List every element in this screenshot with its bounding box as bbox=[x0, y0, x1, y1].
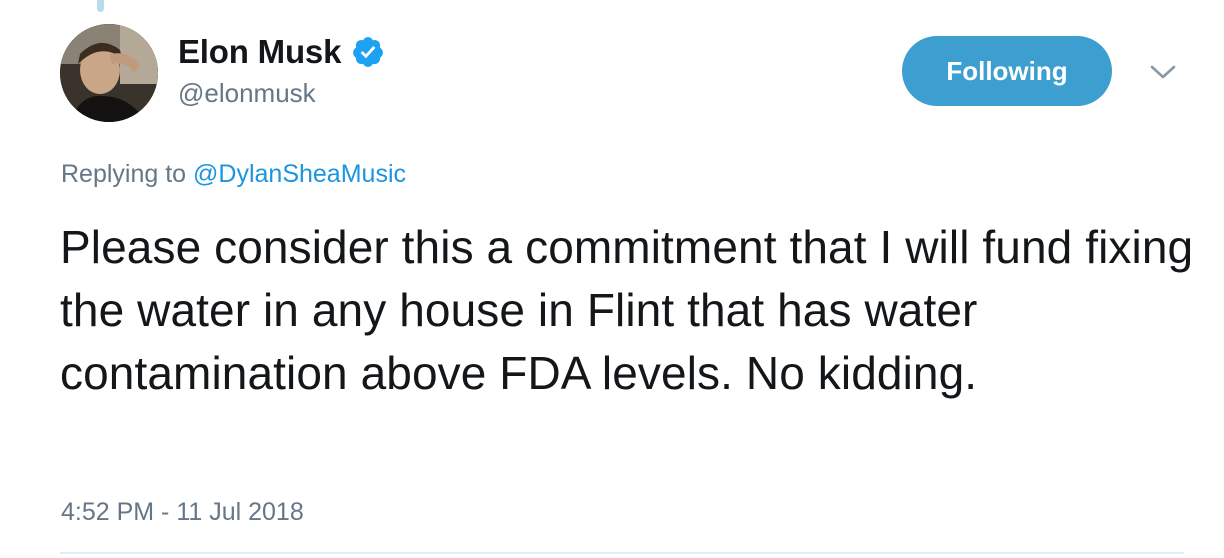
following-button[interactable]: Following bbox=[902, 36, 1112, 106]
tweet-author[interactable]: Elon Musk @elonmusk bbox=[178, 32, 385, 109]
replying-to-label: Replying to bbox=[61, 160, 187, 188]
reply-to-mention-link[interactable]: @DylanSheaMusic bbox=[193, 160, 406, 188]
replying-to-line: Replying to @DylanSheaMusic bbox=[61, 160, 406, 189]
author-display-name[interactable]: Elon Musk bbox=[178, 33, 341, 71]
divider bbox=[60, 552, 1184, 554]
author-name-row: Elon Musk bbox=[178, 32, 385, 72]
user-avatar-photo-icon bbox=[60, 24, 158, 122]
avatar[interactable] bbox=[60, 24, 158, 122]
thread-connector-line bbox=[97, 0, 104, 12]
verified-badge-icon bbox=[351, 35, 385, 69]
more-options-chevron-down-icon[interactable] bbox=[1148, 60, 1178, 84]
tweet-timestamp[interactable]: 4:52 PM - 11 Jul 2018 bbox=[61, 498, 304, 527]
author-handle[interactable]: @elonmusk bbox=[178, 78, 385, 109]
tweet-text: Please consider this a commitment that I… bbox=[60, 221, 1194, 399]
